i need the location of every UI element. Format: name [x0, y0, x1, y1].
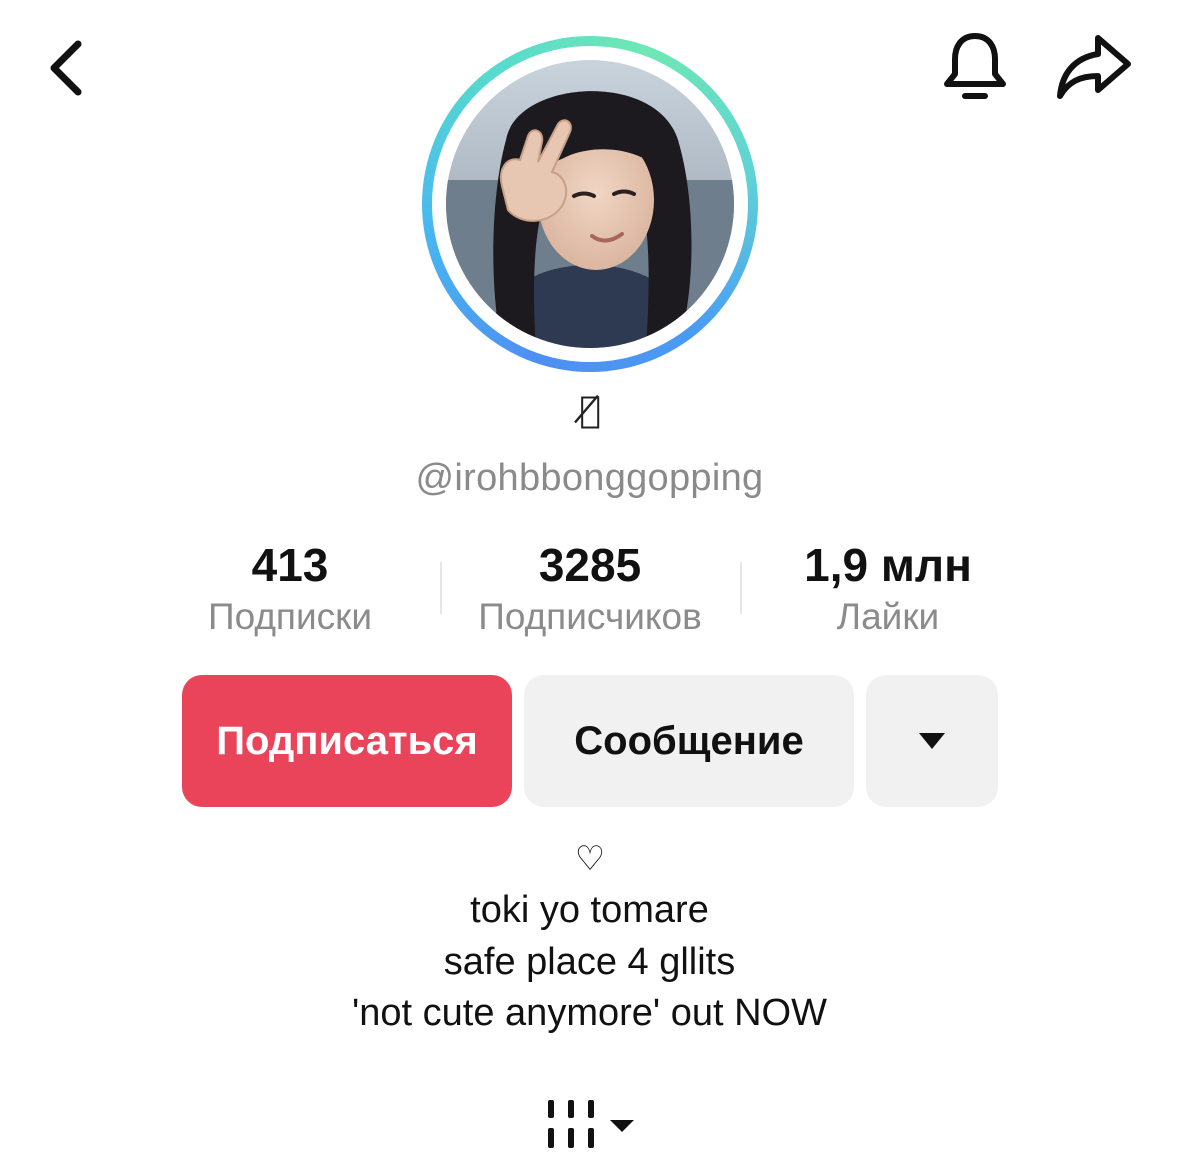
stat-following[interactable]: 413 Подписки	[140, 534, 440, 642]
notification-bell-button[interactable]	[935, 28, 1015, 108]
profile-nickname: ᯓ̸	[579, 390, 601, 431]
bio-heart-symbol: ♡	[574, 839, 606, 879]
more-options-button[interactable]	[866, 675, 998, 807]
followers-count: 3285	[538, 539, 642, 591]
stat-followers[interactable]: 3285 Подписчиков	[440, 534, 740, 642]
videos-grid-icon	[548, 1100, 634, 1148]
avatar-story-ring[interactable]	[422, 36, 758, 372]
follow-button-label: Подписаться	[216, 718, 478, 763]
caret-down-icon	[919, 733, 945, 749]
message-button[interactable]: Сообщение	[524, 675, 854, 807]
message-button-label: Сообщение	[574, 718, 804, 763]
chevron-left-icon	[50, 40, 82, 96]
back-button[interactable]	[30, 30, 106, 106]
bio-line: 'not cute anymore' out NOW	[352, 992, 827, 1034]
tab-videos[interactable]	[538, 1092, 648, 1158]
follow-button[interactable]: Подписаться	[182, 675, 512, 807]
bio-line: toki yo tomare	[470, 889, 709, 931]
profile-username: @irohbbonggopping	[415, 457, 764, 499]
avatar	[446, 60, 734, 348]
following-label: Подписки	[207, 596, 372, 637]
share-button[interactable]	[1052, 30, 1136, 106]
avatar-ring-gap	[432, 46, 748, 362]
stat-likes[interactable]: 1,9 млн Лайки	[738, 534, 1038, 642]
bio-line: safe place 4 gllits	[443, 941, 736, 983]
share-arrow-icon	[1057, 35, 1131, 99]
likes-label: Лайки	[836, 596, 940, 637]
following-count: 413	[251, 539, 329, 591]
avatar-photo-image	[446, 60, 734, 348]
bell-icon	[944, 33, 1006, 99]
followers-label: Подписчиков	[478, 596, 702, 637]
likes-count: 1,9 млн	[804, 539, 972, 591]
